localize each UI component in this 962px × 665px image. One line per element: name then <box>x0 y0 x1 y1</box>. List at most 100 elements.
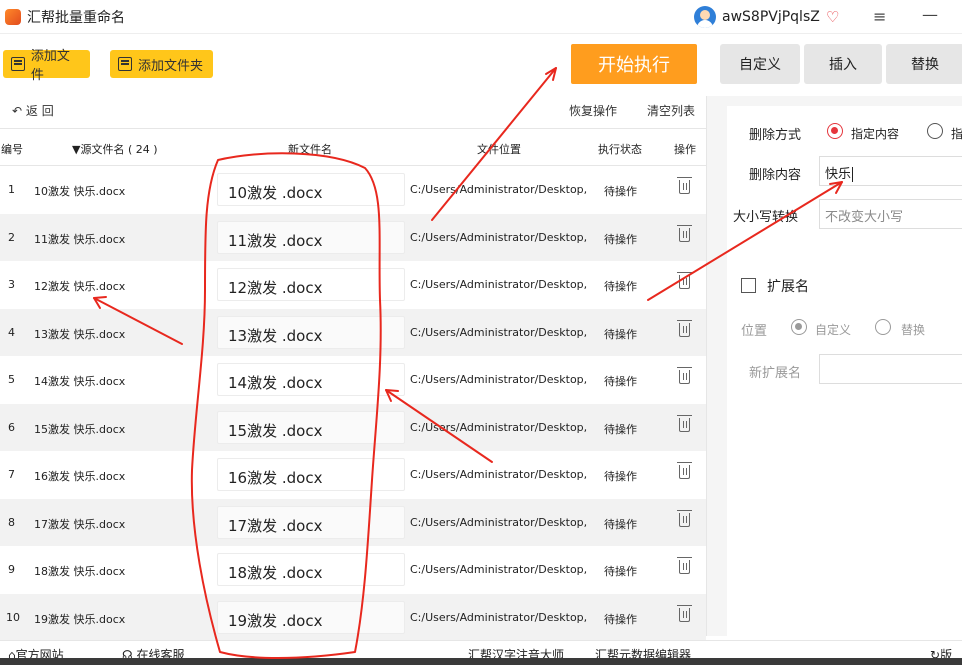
row-status: 待操作 <box>604 280 637 293</box>
col-action: 操作 <box>674 143 696 156</box>
minimize-icon[interactable]: — <box>922 5 938 24</box>
row-location: C:/Users/Administrator/Desktop, <box>410 515 588 529</box>
trash-icon[interactable] <box>677 414 692 432</box>
radio-pos-replace[interactable] <box>875 319 891 335</box>
delete-content-value: 快乐 <box>825 167 852 182</box>
trash-icon[interactable] <box>677 367 692 384</box>
delete-content-label: 删除内容 <box>749 168 802 183</box>
row-location: C:/Users/Administrator/Desktop, <box>410 468 588 481</box>
trash-icon[interactable] <box>677 224 692 242</box>
row-status: 待操作 <box>604 375 637 388</box>
row-index: 8 <box>8 515 15 529</box>
pos-replace-label[interactable]: 替换 <box>901 321 925 338</box>
row-index: 7 <box>8 468 15 481</box>
row-status: 待操作 <box>604 185 637 198</box>
row-location: C:/Users/Administrator/Desktop, <box>410 230 588 244</box>
undo-icon: ↶ <box>12 104 26 118</box>
clear-list-button[interactable]: 清空列表 <box>647 102 695 119</box>
row-new-name[interactable]: 15激发 .docx <box>217 410 405 444</box>
col-index: 编号 <box>1 143 23 156</box>
case-select[interactable]: 不改变大小写 <box>819 199 962 229</box>
back-label: 返 回 <box>25 104 54 118</box>
row-new-name[interactable]: 18激发 .docx <box>217 553 405 586</box>
row-status: 待操作 <box>604 470 637 483</box>
row-new-name[interactable]: 16激发 .docx <box>217 458 405 491</box>
row-location: C:/Users/Administrator/Desktop, <box>410 373 588 386</box>
trash-icon[interactable] <box>677 509 692 527</box>
app-logo-icon <box>5 8 21 25</box>
radio-pos-custom[interactable] <box>791 319 807 335</box>
trash-icon[interactable] <box>677 557 692 574</box>
avatar[interactable] <box>694 6 716 28</box>
trash-icon[interactable] <box>677 604 692 622</box>
row-new-name[interactable]: 11激发 .docx <box>217 220 405 254</box>
tab-insert[interactable]: 插入 <box>804 44 882 84</box>
row-status: 待操作 <box>604 517 637 531</box>
table-row[interactable]: 10 19激发 快乐.docx 19激发 .docx C:/Users/Admi… <box>0 593 706 641</box>
app-title: 汇帮批量重命名 <box>27 9 125 26</box>
table-row[interactable]: 2 11激发 快乐.docx 11激发 .docx C:/Users/Admin… <box>0 213 706 261</box>
add-file-button[interactable]: 添加文件 <box>3 49 90 83</box>
row-source: 17激发 快乐.docx <box>34 517 126 531</box>
table-row[interactable]: 7 16激发 快乐.docx 16激发 .docx C:/Users/Admin… <box>0 451 706 499</box>
col-location: 文件位置 <box>477 143 521 156</box>
trash-icon[interactable] <box>677 177 692 194</box>
add-file-label: 添加文件 <box>30 49 70 83</box>
trash-icon[interactable] <box>677 462 692 479</box>
table-row[interactable]: 5 14激发 快乐.docx 14激发 .docx C:/Users/Admin… <box>0 356 706 404</box>
row-new-name[interactable]: 13激发 .docx <box>217 315 405 349</box>
add-folder-button[interactable]: 添加文件夹 <box>110 50 213 78</box>
option-specified-label[interactable]: 指定内容 <box>851 125 899 142</box>
col-source[interactable]: ▼源文件名 ( 24 ) <box>72 141 158 157</box>
username[interactable]: awS8PVjPqlsZ <box>722 9 820 25</box>
trash-icon[interactable] <box>677 272 692 289</box>
add-folder-label: 添加文件夹 <box>138 58 204 74</box>
row-index: 9 <box>8 563 15 576</box>
heart-diamond-icon[interactable]: ♡ <box>826 8 839 26</box>
row-location: C:/Users/Administrator/Desktop, <box>410 183 588 196</box>
radio-specified[interactable] <box>827 123 843 139</box>
list-toolbar: ↶ 返 回 恢复操作 清空列表 <box>0 96 706 128</box>
row-new-name[interactable]: 12激发 .docx <box>217 268 405 301</box>
row-location: C:/Users/Administrator/Desktop, <box>410 563 588 576</box>
folder-add-icon <box>118 57 132 71</box>
extension-label: 扩展名 <box>767 279 809 295</box>
start-button[interactable]: 开始执行 <box>571 44 697 84</box>
table-row[interactable]: 6 15激发 快乐.docx 15激发 .docx C:/Users/Admin… <box>0 403 706 451</box>
row-new-name[interactable]: 19激发 .docx <box>217 600 405 634</box>
row-source: 14激发 快乐.docx <box>34 375 126 388</box>
file-list-icon <box>11 57 25 71</box>
tab-replace[interactable]: 替换 <box>886 44 962 84</box>
back-button[interactable]: ↶ 返 回 <box>12 102 54 119</box>
delete-content-input[interactable]: 快乐 <box>819 156 962 186</box>
row-index: 4 <box>8 325 15 339</box>
settings-panel: 删除方式 指定内容 指 删除内容 快乐 大小写转换 不改变大小写 扩展名 位置 … <box>706 96 962 636</box>
table-row[interactable]: 3 12激发 快乐.docx 12激发 .docx C:/Users/Admin… <box>0 261 706 309</box>
row-index: 10 <box>6 610 20 624</box>
row-source: 10激发 快乐.docx <box>34 185 126 198</box>
extension-checkbox[interactable] <box>741 278 756 293</box>
menu-icon[interactable]: ≡ <box>873 7 886 26</box>
table-row[interactable]: 8 17激发 快乐.docx 17激发 .docx C:/Users/Admin… <box>0 498 706 546</box>
text-cursor <box>852 167 854 182</box>
tab-custom[interactable]: 自定义 <box>720 44 800 84</box>
user-area[interactable]: awS8PVjPqlsZ ♡ <box>694 0 839 34</box>
option-other-label[interactable]: 指 <box>951 125 962 142</box>
new-ext-input[interactable] <box>819 354 962 384</box>
title-bar: 汇帮批量重命名 awS8PVjPqlsZ ♡ ≡ — <box>0 0 962 34</box>
row-new-name[interactable]: 10激发 .docx <box>217 173 405 206</box>
row-new-name[interactable]: 17激发 .docx <box>217 505 405 539</box>
row-index: 5 <box>8 373 15 386</box>
table-row[interactable]: 9 18激发 快乐.docx 18激发 .docx C:/Users/Admin… <box>0 546 706 594</box>
restore-button[interactable]: 恢复操作 <box>569 102 617 119</box>
row-source: 19激发 快乐.docx <box>34 612 126 626</box>
row-new-name[interactable]: 14激发 .docx <box>217 363 405 396</box>
trash-icon[interactable] <box>677 319 692 337</box>
table-row[interactable]: 1 10激发 快乐.docx 10激发 .docx C:/Users/Admin… <box>0 166 706 214</box>
row-status: 待操作 <box>604 327 637 341</box>
pos-custom-label[interactable]: 自定义 <box>815 321 851 338</box>
col-new-name: 新文件名 <box>288 143 332 156</box>
radio-other[interactable] <box>927 123 943 139</box>
case-label: 大小写转换 <box>733 210 799 225</box>
table-row[interactable]: 4 13激发 快乐.docx 13激发 .docx C:/Users/Admin… <box>0 308 706 356</box>
